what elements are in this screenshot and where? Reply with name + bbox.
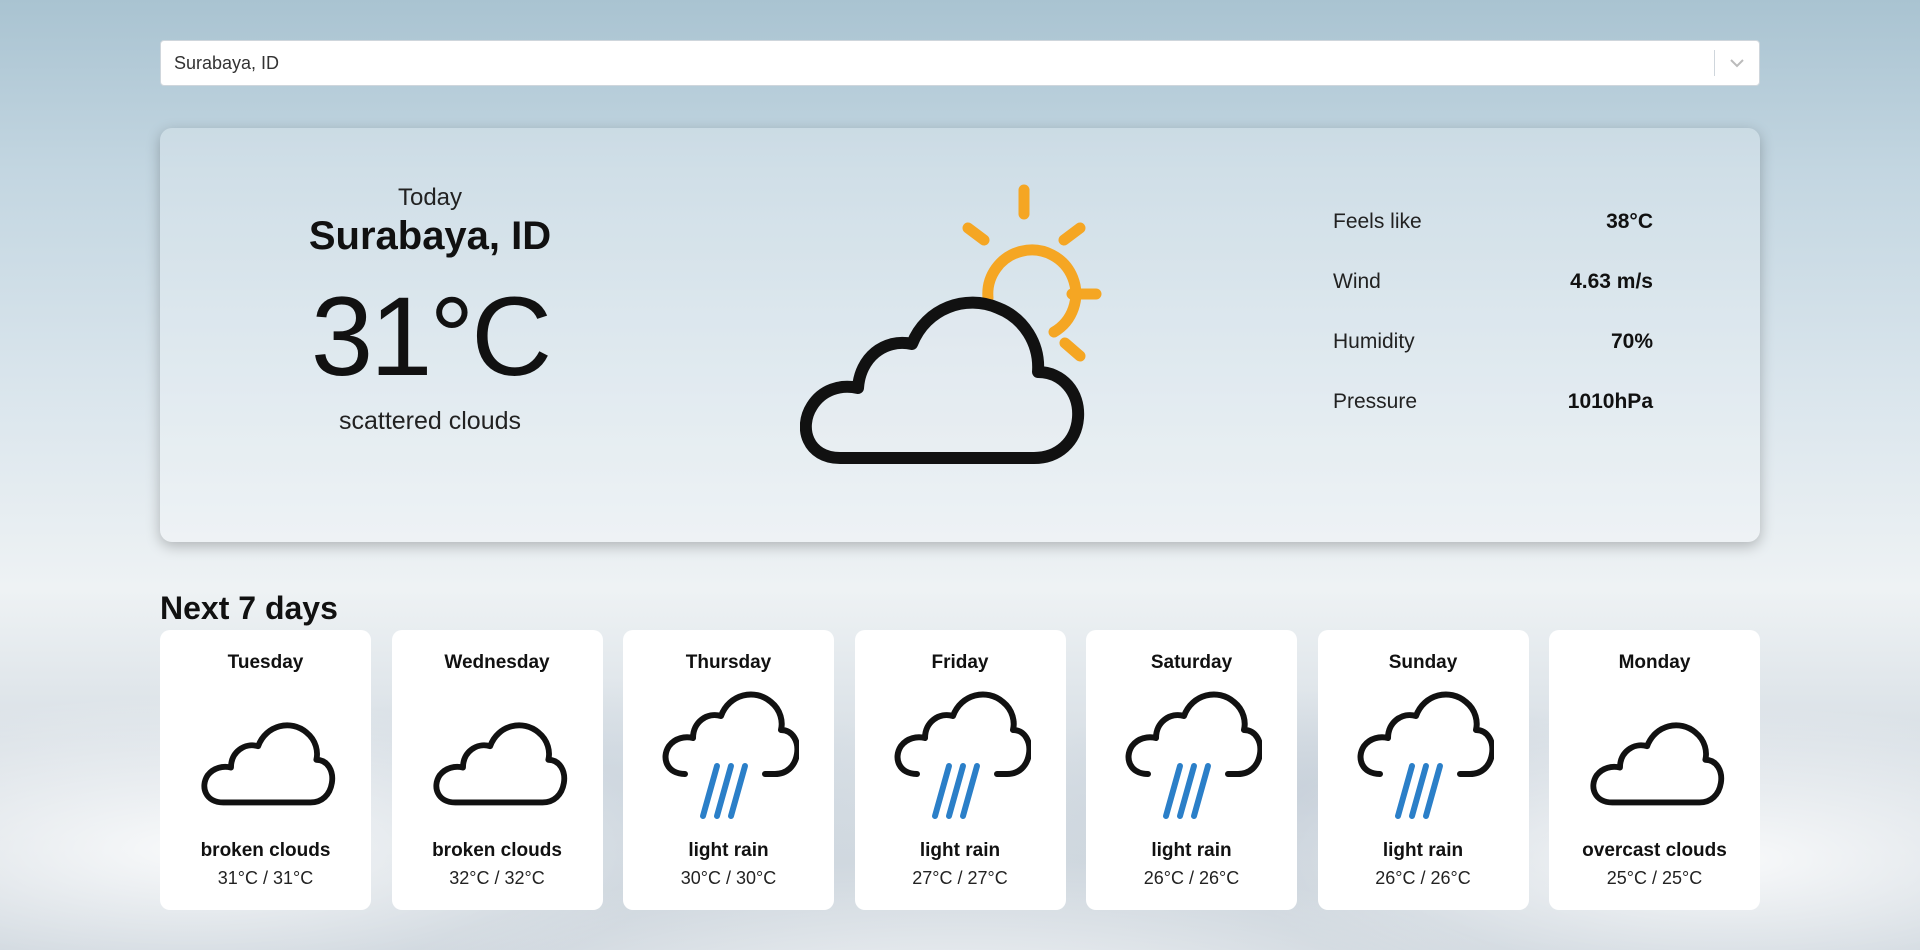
forecast-day: Saturday	[1150, 652, 1233, 673]
forecast-title: Next 7 days	[160, 590, 338, 626]
forecast-card[interactable]: Friday light rain 27°C / 27°C	[854, 630, 1066, 910]
detail-label: Pressure	[1333, 390, 1418, 413]
rain-icon	[1354, 690, 1495, 830]
current-day-label: Today	[397, 184, 463, 211]
current-city: Surabaya, ID	[308, 214, 552, 258]
forecast-day: Sunday	[1388, 652, 1458, 673]
detail-feels-like: Feels like 38°C	[1333, 210, 1653, 270]
forecast-range: 31°C / 31°C	[217, 868, 314, 888]
forecast-range: 27°C / 27°C	[912, 868, 1008, 888]
forecast-description: broken clouds	[200, 840, 331, 861]
forecast-range: 26°C / 26°C	[1375, 868, 1471, 888]
forecast-range: 32°C / 32°C	[449, 868, 545, 888]
forecast-card[interactable]: Tuesday broken clouds 31°C / 31°C	[160, 630, 371, 910]
forecast-description: light rain	[1382, 840, 1464, 861]
forecast-day: Tuesday	[227, 652, 304, 673]
forecast-description: light rain	[688, 840, 769, 861]
partly-cloudy-icon	[799, 168, 1120, 468]
forecast-card[interactable]: Wednesday broken clouds 32°C / 32°C	[391, 630, 603, 910]
detail-humidity: Humidity 70%	[1333, 330, 1653, 390]
current-weather-card: Today Surabaya, ID 31°C scattered clouds	[160, 128, 1760, 542]
detail-pressure: Pressure 1010hPa	[1333, 390, 1653, 450]
rain-icon	[659, 690, 801, 830]
forecast-description: overcast clouds	[1582, 840, 1727, 861]
forecast-range: 26°C / 26°C	[1143, 868, 1240, 888]
detail-value: 4.63 m/s	[1570, 270, 1653, 293]
forecast-day: Thursday	[685, 652, 772, 673]
forecast-card[interactable]: Monday overcast clouds 25°C / 25°C	[1549, 630, 1760, 910]
cloud-icon	[196, 690, 336, 830]
forecast-day: Friday	[931, 652, 989, 673]
forecast-description: light rain	[919, 840, 1001, 861]
detail-label: Wind	[1333, 270, 1381, 293]
detail-label: Humidity	[1333, 330, 1415, 353]
current-summary: Today Surabaya, ID 31°C scattered clouds	[280, 184, 580, 436]
forecast-day: Wednesday	[444, 652, 550, 673]
cloud-icon	[1585, 690, 1725, 830]
cloud-icon	[428, 690, 568, 830]
forecast-card[interactable]: Saturday light rain 26°C / 26°C	[1086, 630, 1297, 910]
current-description: scattered clouds	[338, 407, 522, 435]
forecast-range: 25°C / 25°C	[1606, 868, 1703, 888]
forecast-day: Monday	[1618, 652, 1691, 673]
forecast-card[interactable]: Thursday light rain 30°C / 30°C	[623, 630, 834, 910]
detail-value: 70%	[1610, 330, 1653, 353]
forecast-description: broken clouds	[432, 840, 562, 861]
city-search-value[interactable]: Surabaya, ID	[161, 53, 1714, 74]
detail-value: 38°C	[1606, 210, 1653, 233]
city-search-select[interactable]: Surabaya, ID	[160, 40, 1760, 86]
detail-value: 1010hPa	[1567, 390, 1653, 413]
forecast-range: 30°C / 30°C	[680, 868, 777, 888]
current-temperature: 31°C	[310, 274, 552, 399]
forecast-card[interactable]: Sunday light rain 26°C / 26°C	[1317, 630, 1529, 910]
rain-icon	[891, 690, 1032, 830]
weather-details: Feels like 38°C Wind 4.63 m/s Humidity 7…	[1333, 210, 1653, 450]
chevron-down-icon[interactable]	[1715, 41, 1759, 85]
forecast-list: Tuesday broken clouds 31°C / 31°C Wednes…	[160, 630, 1760, 910]
rain-icon	[1122, 690, 1264, 830]
detail-label: Feels like	[1333, 210, 1422, 233]
weather-app: Surabaya, ID Today Surabaya, ID 31°C sca…	[160, 40, 1760, 910]
detail-wind: Wind 4.63 m/s	[1333, 270, 1653, 330]
forecast-description: light rain	[1151, 840, 1232, 861]
